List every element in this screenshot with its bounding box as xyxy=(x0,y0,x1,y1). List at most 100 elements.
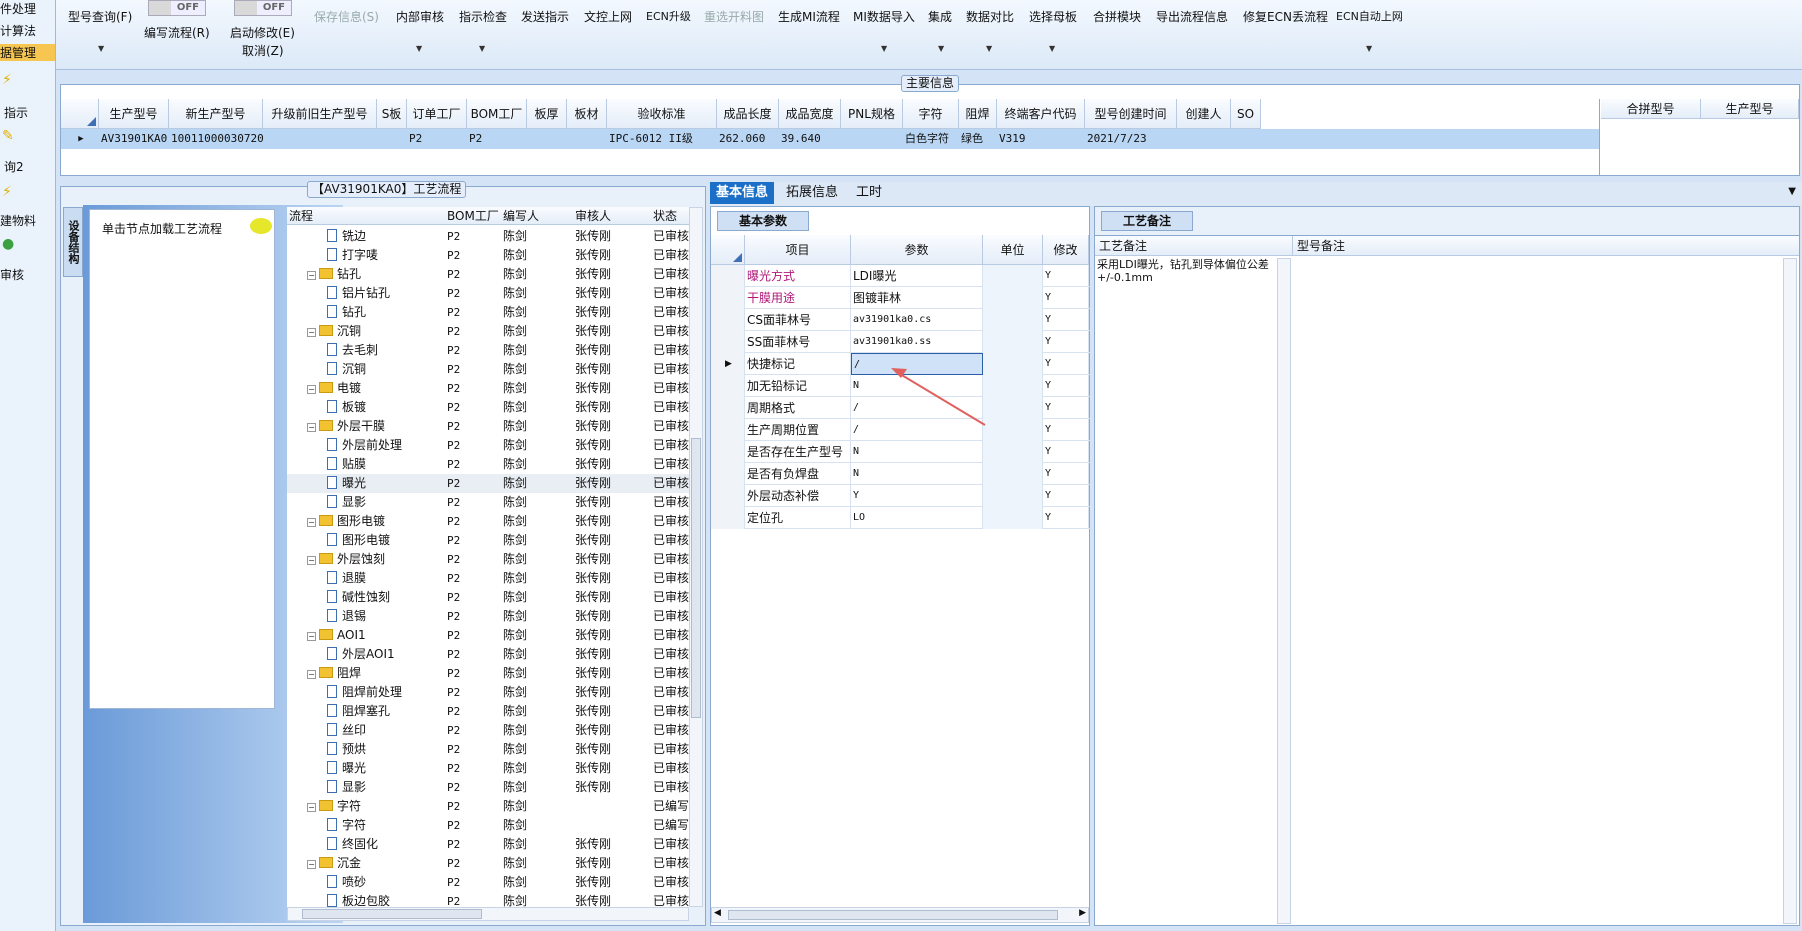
tree-node[interactable]: − 图形电镀 xyxy=(307,512,443,531)
tree-row[interactable]: 预烘 P2 陈剑 张传刚 已审核 xyxy=(287,740,703,759)
tree-row[interactable]: 显影 P2 陈剑 张传刚 已审核 xyxy=(287,778,703,797)
tree-node[interactable]: − 外层蚀刻 xyxy=(307,550,443,569)
table-cell[interactable]: 绿色 xyxy=(959,129,997,149)
tree-row[interactable]: 板镀 P2 陈剑 张传刚 已审核 xyxy=(287,398,703,417)
tree-row[interactable]: − 电镀 P2 陈剑 张传刚 已审核 xyxy=(287,379,703,398)
arrow-left-icon[interactable]: ◀ xyxy=(714,908,721,918)
tree-row[interactable]: 丝印 P2 陈剑 张传刚 已审核 xyxy=(287,721,703,740)
tree-node[interactable]: 字符 xyxy=(327,816,463,835)
ecn-upgrade-button[interactable]: ECN升级 xyxy=(646,8,691,24)
chevron-down-icon[interactable]: ▼ xyxy=(1788,186,1796,197)
table-cell[interactable]: 白色字符 xyxy=(903,129,959,149)
scroll-thumb[interactable] xyxy=(302,909,482,919)
process-remark-text[interactable]: 采用LDI曝光，钻孔到导体偏位公差+/-0.1mm xyxy=(1097,258,1275,284)
tree-row[interactable]: 显影 P2 陈剑 张传刚 已审核 xyxy=(287,493,703,512)
tree-node[interactable]: − 字符 xyxy=(307,797,443,816)
tree-row[interactable]: 沉铜 P2 陈剑 张传刚 已审核 xyxy=(287,360,703,379)
tree-row[interactable]: 终固化 P2 陈剑 张传刚 已审核 xyxy=(287,835,703,854)
tree-node[interactable]: 铝片钻孔 xyxy=(327,284,463,303)
chevron-down-icon[interactable]: ▼ xyxy=(938,44,944,53)
tree-node[interactable]: 钻孔 xyxy=(327,303,463,322)
side-tab-equipment[interactable]: 设备结构 xyxy=(63,207,83,277)
nav-item[interactable]: 审核 xyxy=(0,266,24,283)
tree-node[interactable]: 碱性蚀刻 xyxy=(327,588,463,607)
table-cell[interactable]: 2021/7/23 xyxy=(1085,129,1177,149)
chevron-down-icon[interactable]: ▼ xyxy=(1366,44,1372,53)
scroll-thumb[interactable] xyxy=(691,438,701,718)
tree-node[interactable]: 铣边 xyxy=(327,227,463,246)
table-cell[interactable] xyxy=(263,129,377,149)
cancel-button[interactable]: 取消(Z) xyxy=(242,42,284,59)
tree-row[interactable]: 退锡 P2 陈剑 张传刚 已审核 xyxy=(287,607,703,626)
tree-row[interactable]: 板边包胶 P2 陈剑 张传刚 已审核 xyxy=(287,892,703,907)
tree-node[interactable]: − 沉金 xyxy=(307,854,443,873)
tree-node[interactable]: 丝印 xyxy=(327,721,463,740)
merge-module-button[interactable]: 合拼模块 xyxy=(1093,8,1141,25)
save-info-button[interactable]: 保存信息(S) xyxy=(314,8,379,25)
tree-row[interactable]: − 阻焊 P2 陈剑 张传刚 已审核 xyxy=(287,664,703,683)
ecn-auto-upload-button[interactable]: ECN自动上网 xyxy=(1336,8,1403,24)
model-query-button[interactable]: 型号查询(F) xyxy=(68,8,132,25)
tree-hscrollbar[interactable] xyxy=(287,907,689,921)
tree-node[interactable]: − 外层干膜 xyxy=(307,417,443,436)
tree-row[interactable]: 铝片钻孔 P2 陈剑 张传刚 已审核 xyxy=(287,284,703,303)
tree-node[interactable]: − 阻焊 xyxy=(307,664,443,683)
collapse-icon[interactable]: − xyxy=(307,556,316,565)
table-cell[interactable] xyxy=(841,129,903,149)
chevron-down-icon[interactable]: ▼ xyxy=(881,44,887,53)
collapse-icon[interactable]: − xyxy=(307,518,316,527)
tree-row[interactable]: − 字符 P2 陈剑 已编写 xyxy=(287,797,703,816)
gen-mi-flow-button[interactable]: 生成MI流程 xyxy=(778,8,840,25)
table-row[interactable]: ▶ AV31901KA0 10011000030720 P2 P2 IPC-6012 I… xyxy=(61,129,1599,149)
toggle-start-modify[interactable]: OFF xyxy=(234,0,292,16)
tree-row[interactable]: − 外层干膜 P2 陈剑 张传刚 已审核 xyxy=(287,417,703,436)
table-cell[interactable] xyxy=(1177,129,1231,149)
model-remark-vscrollbar[interactable] xyxy=(1783,258,1797,924)
table-cell[interactable]: 262.060 xyxy=(717,129,779,149)
tree-node[interactable]: 外层前处理 xyxy=(327,436,463,455)
tree-node[interactable]: 预烘 xyxy=(327,740,463,759)
tree-row[interactable]: 曝光 P2 陈剑 张传刚 已审核 xyxy=(287,474,703,493)
collapse-icon[interactable]: − xyxy=(307,860,316,869)
tree-node[interactable]: − 钻孔 xyxy=(307,265,443,284)
table-cell[interactable]: 39.640 xyxy=(779,129,841,149)
integrate-button[interactable]: 集成 xyxy=(928,8,952,25)
table-cell[interactable] xyxy=(1231,129,1261,149)
table-cell[interactable]: V319 xyxy=(997,129,1085,149)
start-modify-button[interactable]: 启动修改(E) xyxy=(230,24,295,41)
tree-node[interactable]: 板镀 xyxy=(327,398,463,417)
tree-row[interactable]: 阻焊塞孔 P2 陈剑 张传刚 已审核 xyxy=(287,702,703,721)
tree-node[interactable]: 曝光 xyxy=(327,474,463,493)
tree-node[interactable]: − AOI1 xyxy=(307,626,443,645)
tree-row[interactable]: 碱性蚀刻 P2 陈剑 张传刚 已审核 xyxy=(287,588,703,607)
tree-node[interactable]: 外层AOI1 xyxy=(327,645,463,664)
tab-process-remarks[interactable]: 工艺备注 xyxy=(1101,211,1193,231)
tree-row[interactable]: 外层AOI1 P2 陈剑 张传刚 已审核 xyxy=(287,645,703,664)
tree-row[interactable]: − 图形电镀 P2 陈剑 张传刚 已审核 xyxy=(287,512,703,531)
chevron-down-icon[interactable]: ▼ xyxy=(479,44,485,53)
tree-node[interactable]: 曝光 xyxy=(327,759,463,778)
collapse-icon[interactable]: − xyxy=(307,632,316,641)
tree-row[interactable]: 贴膜 P2 陈剑 张传刚 已审核 xyxy=(287,455,703,474)
tree-row[interactable]: 去毛刺 P2 陈剑 张传刚 已审核 xyxy=(287,341,703,360)
tree-row[interactable]: 阻焊前处理 P2 陈剑 张传刚 已审核 xyxy=(287,683,703,702)
tree-row[interactable]: − 沉金 P2 陈剑 张传刚 已审核 xyxy=(287,854,703,873)
tree-row[interactable]: 打字唛 P2 陈剑 张传刚 已审核 xyxy=(287,246,703,265)
export-flow-button[interactable]: 导出流程信息 xyxy=(1156,8,1228,25)
arrow-right-icon[interactable]: ▶ xyxy=(1079,908,1086,918)
table-cell[interactable] xyxy=(567,129,607,149)
tree-row[interactable]: 退膜 P2 陈剑 张传刚 已审核 xyxy=(287,569,703,588)
tree-row[interactable]: − 沉铜 P2 陈剑 张传刚 已审核 xyxy=(287,322,703,341)
collapse-icon[interactable]: − xyxy=(307,803,316,812)
write-flow-button[interactable]: 编写流程(R) xyxy=(144,24,210,41)
tab-extended-info[interactable]: 拓展信息 xyxy=(780,182,844,204)
tree-row[interactable]: 图形电镀 P2 陈剑 张传刚 已审核 xyxy=(287,531,703,550)
data-compare-button[interactable]: 数据对比 xyxy=(966,8,1014,25)
params-hscrollbar[interactable]: ◀ ▶ xyxy=(711,907,1089,923)
collapse-icon[interactable]: − xyxy=(307,385,316,394)
chevron-down-icon[interactable]: ▼ xyxy=(98,44,104,53)
tree-node[interactable]: − 电镀 xyxy=(307,379,443,398)
nav-item[interactable]: 询2 xyxy=(4,158,24,175)
tree-row[interactable]: 喷砂 P2 陈剑 张传刚 已审核 xyxy=(287,873,703,892)
table-cell[interactable]: P2 xyxy=(467,129,527,149)
